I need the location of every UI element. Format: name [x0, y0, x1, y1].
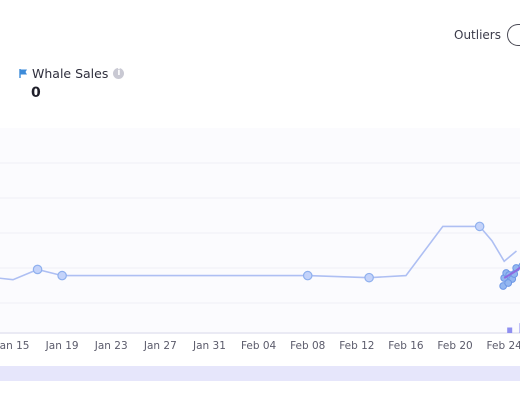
x-tick-label: Feb 24 — [487, 340, 520, 352]
whale-sales-stat: Whale Sales i 0 — [18, 66, 125, 101]
flag-icon — [19, 69, 27, 78]
sale-marker — [57, 270, 67, 281]
price-chart[interactable]: Jan 15 Jan 19 Jan 23 Jan 27 Jan 31 Feb 04 Feb … — [0, 128, 520, 352]
whale-sales-label: Whale Sales — [32, 66, 109, 81]
x-tick-label: Jan 27 — [143, 340, 177, 352]
chart-svg: Jan 15 Jan 19 Jan 23 Jan 27 Jan 31 Feb 04 Feb … — [0, 162, 520, 352]
info-icon[interactable]: i — [113, 68, 125, 79]
x-tick-label: Feb 08 — [290, 340, 325, 352]
x-tick-label: Jan 19 — [45, 340, 79, 352]
whale-sales-value: 0 — [31, 85, 41, 101]
x-tick-label: Jan 23 — [94, 340, 128, 352]
cluster-marker — [504, 279, 513, 287]
x-tick-label: Feb 04 — [241, 340, 277, 352]
outliers-label: Outliers — [454, 28, 501, 42]
outliers-toggle-group[interactable]: Outliers — [454, 24, 520, 46]
x-tick-label: Feb 20 — [437, 340, 472, 352]
x-tick-label: Jan 15 — [0, 340, 29, 352]
sale-marker — [302, 270, 313, 281]
x-tick-label: Feb 16 — [388, 340, 424, 352]
outliers-toggle[interactable] — [507, 24, 520, 46]
x-tick-label: Jan 31 — [192, 340, 226, 352]
sale-marker — [474, 221, 485, 232]
sale-marker — [364, 272, 374, 283]
series-line — [0, 225, 517, 281]
sale-marker — [32, 264, 43, 275]
x-tick-label: Feb 12 — [339, 340, 374, 352]
volume-bar — [507, 327, 513, 333]
chart-range-scrollbar[interactable] — [0, 366, 520, 381]
